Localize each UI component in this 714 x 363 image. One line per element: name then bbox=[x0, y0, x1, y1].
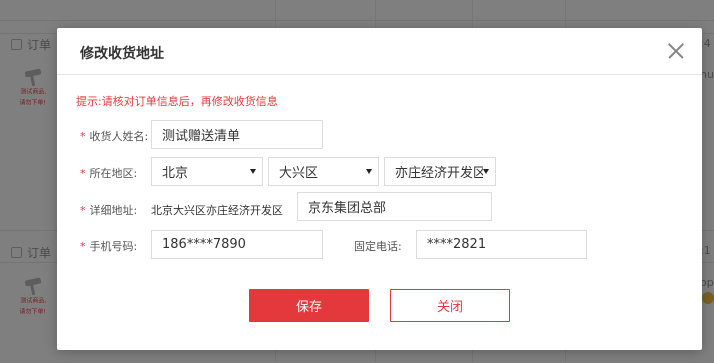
address-label: * 详细地址: bbox=[80, 204, 138, 217]
recipient-label: * 收货人姓名: bbox=[80, 130, 149, 143]
triangle-down-icon bbox=[250, 169, 256, 174]
landline-label: 固定电话: bbox=[354, 240, 402, 253]
dialog-header: 修改收货地址 bbox=[57, 28, 702, 75]
region-label: * 所在地区: bbox=[80, 167, 138, 180]
required-star: * bbox=[80, 240, 86, 253]
mobile-label: * 手机号码: bbox=[80, 240, 138, 253]
close-icon[interactable] bbox=[665, 40, 687, 62]
required-star: * bbox=[80, 167, 86, 180]
address-prefix: 北京大兴区亦庄经济开发区 bbox=[151, 204, 283, 217]
edit-address-dialog: 修改收货地址 提示:请核对订单信息后，再修改收货信息 *收货人姓名: *所在地区… bbox=[57, 28, 702, 350]
dialog-title: 修改收货地址 bbox=[80, 46, 164, 62]
recipient-name-input[interactable] bbox=[151, 120, 323, 149]
landline-input[interactable] bbox=[416, 230, 587, 259]
mobile-input[interactable] bbox=[151, 230, 323, 259]
triangle-down-icon bbox=[483, 169, 489, 174]
close-button[interactable]: 关闭 bbox=[390, 289, 510, 322]
address-detail-input[interactable] bbox=[297, 192, 492, 221]
province-select[interactable]: 北京 bbox=[151, 157, 263, 186]
save-button[interactable]: 保存 bbox=[249, 289, 369, 322]
district-select[interactable]: 大兴区 bbox=[268, 157, 379, 186]
triangle-down-icon bbox=[366, 169, 372, 174]
area-select[interactable]: 亦庄经济开发区 bbox=[384, 157, 496, 186]
hint-text: 提示:请核对订单信息后，再修改收货信息 bbox=[76, 95, 278, 108]
required-star: * bbox=[80, 130, 86, 143]
required-star: * bbox=[80, 204, 86, 217]
